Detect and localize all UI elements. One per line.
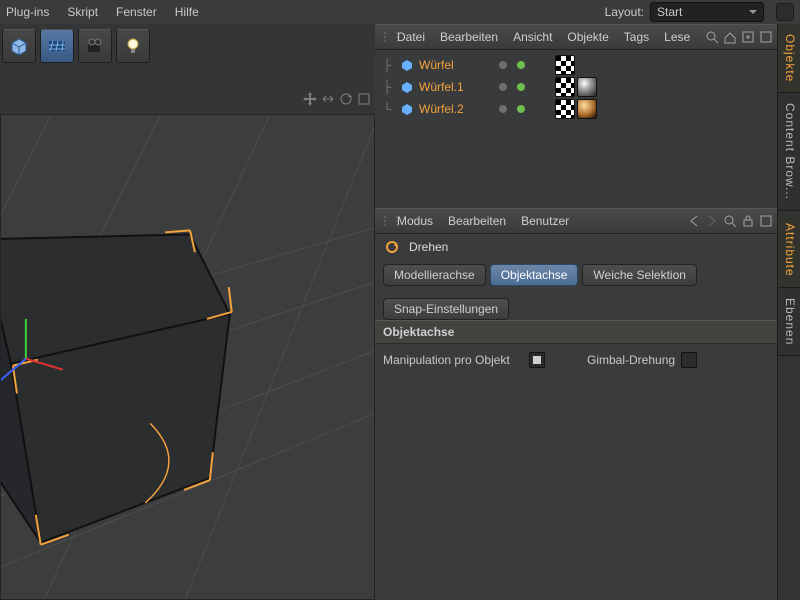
tool-light-button[interactable] — [116, 29, 150, 63]
grip-icon[interactable]: ⋮⋮ — [379, 30, 391, 44]
object-name[interactable]: Würfel.2 — [419, 102, 479, 116]
menu-hilfe[interactable]: Hilfe — [175, 5, 199, 19]
visibility-dot[interactable] — [499, 105, 507, 113]
menu-fenster[interactable]: Fenster — [116, 5, 157, 19]
object-row[interactable]: ├ Würfel — [375, 54, 777, 76]
tab-modellierachse[interactable]: Modellierachse — [383, 264, 486, 286]
frame-icon[interactable] — [357, 92, 371, 106]
sidetab-objekte[interactable]: Objekte — [778, 24, 800, 93]
material-tag-checker[interactable] — [555, 77, 575, 97]
nav-back-icon[interactable] — [687, 214, 701, 228]
material-tag-sphere[interactable] — [577, 77, 597, 97]
layout-dropdown[interactable]: Start — [650, 2, 764, 22]
cube-object-icon — [399, 79, 415, 95]
object-list: ├ Würfel ├ Würfel.1 └ Würfel.2 — [375, 50, 777, 208]
object-panel-menubar: ⋮⋮ Datei Bearbeiten Ansicht Objekte Tags… — [375, 24, 777, 50]
light-icon — [122, 35, 144, 57]
lock-icon[interactable] — [741, 214, 755, 228]
move-icon[interactable] — [303, 92, 317, 106]
objmenu-bearbeiten[interactable]: Bearbeiten — [440, 30, 498, 44]
search-icon[interactable] — [705, 30, 719, 44]
layout-selector: Layout: Start — [605, 2, 794, 22]
right-panels: ⋮⋮ Datei Bearbeiten Ansicht Objekte Tags… — [375, 24, 777, 600]
visibility-dot[interactable] — [499, 61, 507, 69]
floor-icon — [46, 35, 68, 57]
main-menubar: Plug-ins Skript Fenster Hilfe Layout: St… — [0, 0, 800, 24]
viewport-controls — [303, 92, 371, 106]
tool-cube-button[interactable] — [2, 29, 36, 63]
prop-manipulation-label: Manipulation pro Objekt — [383, 353, 523, 367]
menu-plugins[interactable]: Plug-ins — [6, 5, 49, 19]
attrmenu-benutzer[interactable]: Benutzer — [521, 214, 569, 228]
left-area — [0, 24, 375, 600]
object-row[interactable]: └ Würfel.2 — [375, 98, 777, 120]
cube-icon — [8, 35, 30, 57]
tool-title-row: Drehen — [375, 234, 777, 260]
tree-branch-icon: ├ — [375, 58, 399, 72]
material-tag-checker[interactable] — [555, 55, 575, 75]
sidetab-content[interactable]: Content Brow... — [778, 93, 800, 211]
attrmenu-bearbeiten[interactable]: Bearbeiten — [448, 214, 506, 228]
section-header: Objektachse — [375, 320, 777, 344]
tool-name: Drehen — [409, 240, 448, 254]
maximize-icon[interactable] — [759, 214, 773, 228]
prop-gimbal-label: Gimbal-Drehung — [587, 353, 675, 367]
chevron-down-icon — [749, 8, 757, 16]
objmenu-objekte[interactable]: Objekte — [567, 30, 608, 44]
render-dot[interactable] — [517, 83, 525, 91]
prop-gimbal-checkbox[interactable] — [681, 352, 697, 368]
search-icon[interactable] — [723, 214, 737, 228]
side-tab-strip: Objekte Content Brow... Attribute Ebenen — [777, 24, 800, 600]
tool-floor-button[interactable] — [40, 29, 74, 63]
attribute-tabs: Modellierachse Objektachse Weiche Selekt… — [375, 260, 777, 320]
layout-reset-button[interactable] — [776, 3, 794, 21]
menu-skript[interactable]: Skript — [67, 5, 98, 19]
tree-branch-icon: ├ — [375, 80, 399, 94]
rotate-tool-icon — [383, 238, 401, 256]
tab-snap-einstellungen[interactable]: Snap-Einstellungen — [383, 298, 509, 320]
tree-branch-icon: └ — [375, 102, 399, 116]
attribute-body: Manipulation pro Objekt Gimbal-Drehung — [375, 344, 777, 600]
layout-value: Start — [657, 5, 682, 19]
tool-camera-button[interactable] — [78, 29, 112, 63]
cube-object-icon — [399, 57, 415, 73]
cube-object-icon — [399, 101, 415, 117]
render-dot[interactable] — [517, 105, 525, 113]
object-row[interactable]: ├ Würfel.1 — [375, 76, 777, 98]
render-dot[interactable] — [517, 61, 525, 69]
tab-weiche-selektion[interactable]: Weiche Selektion — [582, 264, 697, 286]
expand-icon[interactable] — [741, 30, 755, 44]
objmenu-tags[interactable]: Tags — [624, 30, 649, 44]
attribute-panel-menubar: ⋮⋮ Modus Bearbeiten Benutzer — [375, 208, 777, 234]
rotate-icon[interactable] — [339, 92, 353, 106]
camera-icon — [84, 35, 106, 57]
sidetab-ebenen[interactable]: Ebenen — [778, 288, 800, 356]
prop-manipulation-checkbox[interactable] — [529, 352, 545, 368]
objmenu-ansicht[interactable]: Ansicht — [513, 30, 552, 44]
object-toolbar — [0, 24, 375, 68]
nav-fwd-icon[interactable] — [705, 214, 719, 228]
zoom-icon[interactable] — [321, 92, 335, 106]
material-tag-copper[interactable] — [577, 99, 597, 119]
layout-label: Layout: — [605, 5, 644, 19]
tab-objektachse[interactable]: Objektachse — [490, 264, 579, 286]
objmenu-lese[interactable]: Lese — [664, 30, 690, 44]
visibility-dot[interactable] — [499, 83, 507, 91]
maximize-icon[interactable] — [759, 30, 773, 44]
material-tag-checker[interactable] — [555, 99, 575, 119]
home-icon[interactable] — [723, 30, 737, 44]
viewport-content — [1, 115, 374, 600]
sidetab-attribute[interactable]: Attribute — [778, 213, 800, 288]
object-name[interactable]: Würfel.1 — [419, 80, 479, 94]
viewport-3d[interactable] — [0, 114, 375, 600]
object-name[interactable]: Würfel — [419, 58, 479, 72]
grip-icon[interactable]: ⋮⋮ — [379, 214, 391, 228]
